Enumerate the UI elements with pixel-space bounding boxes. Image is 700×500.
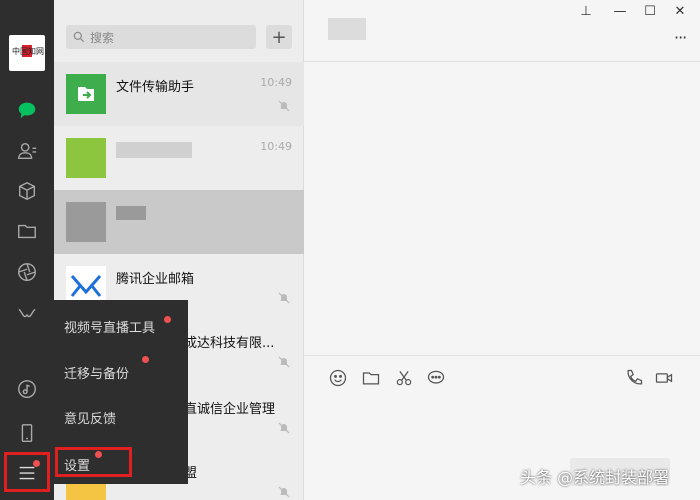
music-icon[interactable] [12,374,42,404]
list-item[interactable]: 10:49 [54,126,304,190]
folder-icon[interactable] [12,216,42,246]
emoji-icon[interactable] [328,368,350,390]
chat-pane: ⊥ — ☐ ✕ ··· [304,0,700,500]
list-item[interactable]: 文件传输助手 10:49 [54,62,304,126]
avatar-text: 中国知网 [12,47,44,56]
watermark: 头条 @系统封装部署 [520,468,670,487]
mute-icon [278,486,290,498]
menu-item-feedback[interactable]: 意见反馈 [64,408,116,427]
contact-avatar [66,202,106,242]
chat-name: 直诚信企业管理 [184,402,276,417]
list-item[interactable] [54,190,304,254]
minimize-button[interactable]: — [610,4,630,19]
chat-time: 10:49 [260,140,292,153]
redacted-name [116,206,146,220]
left-rail: 中国知网 [0,0,54,500]
voice-call-icon[interactable] [624,368,646,390]
avatar[interactable]: 中国知网 [9,35,45,71]
live-tool-badge [164,316,171,323]
chat-name: 腾讯企业邮箱 [116,272,195,287]
menu-highlight-box [4,452,50,492]
close-button[interactable]: ✕ [670,4,690,19]
chat-header: ⊥ — ☐ ✕ ··· [304,0,700,62]
search-input[interactable]: 搜索 [66,25,256,49]
file-icon[interactable] [361,368,383,390]
maximize-button[interactable]: ☐ [640,4,660,19]
file-transfer-icon [66,74,106,114]
chat-name: 成达科技有限... [184,336,275,351]
settings-highlight-box [55,447,132,477]
pin-button[interactable]: ⊥ [576,4,596,19]
mute-icon [278,356,290,368]
cube-icon[interactable] [12,176,42,206]
redacted-chat-title [328,18,366,40]
add-button[interactable]: + [266,25,292,49]
search-placeholder: 搜索 [90,31,115,45]
chat-history-icon[interactable] [426,368,448,390]
mute-icon [278,292,290,304]
menu-item-live-tool[interactable]: 视频号直播工具 [64,317,155,336]
contacts-icon[interactable] [12,136,42,166]
channels-icon[interactable] [12,300,42,330]
contact-avatar [66,138,106,178]
mute-icon [278,422,290,434]
screenshot-icon[interactable] [394,368,416,390]
more-options-button[interactable]: ··· [674,28,687,47]
moments-icon[interactable] [12,257,42,287]
video-call-icon[interactable] [654,368,676,390]
chat-icon[interactable] [12,95,42,125]
search-icon [73,31,85,43]
mute-icon [278,100,290,112]
chat-time: 10:49 [260,76,292,89]
menu-item-backup[interactable]: 迁移与备份 [64,363,129,382]
phone-icon[interactable] [12,418,42,448]
chat-name: 文件传输助手 [116,80,195,95]
redacted-name [116,142,192,158]
backup-badge [142,356,149,363]
